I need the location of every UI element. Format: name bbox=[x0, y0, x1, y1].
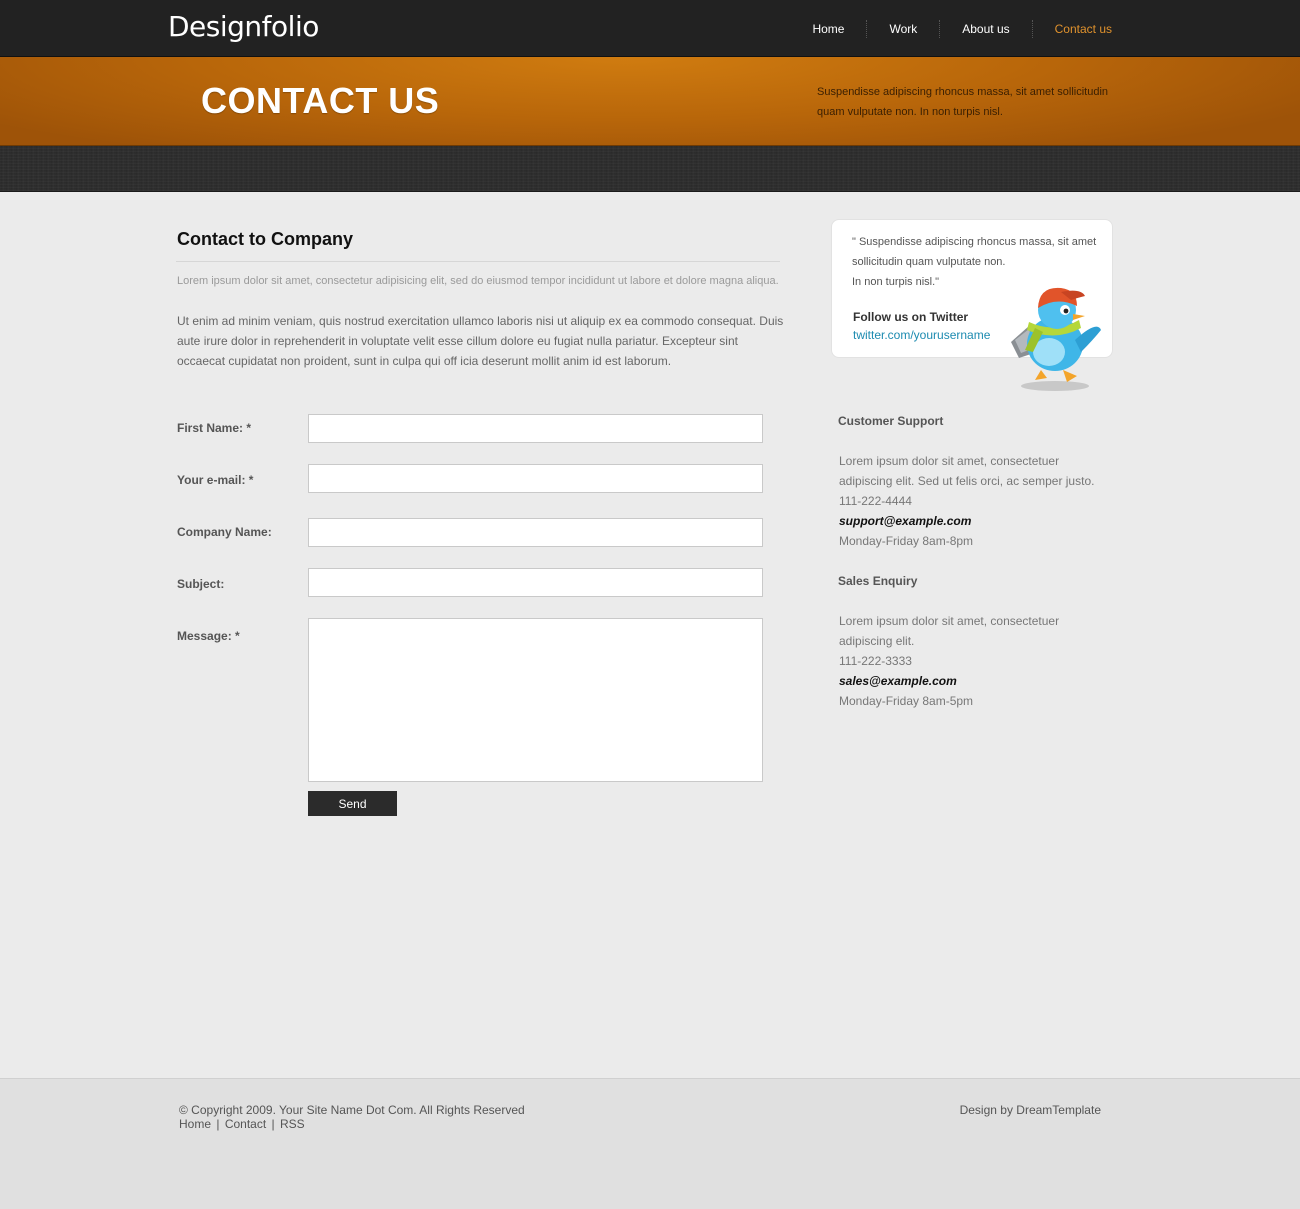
banner-text: Suspendisse adipiscing rhoncus massa, si… bbox=[817, 86, 1109, 118]
first-name-label: First Name: * bbox=[177, 421, 252, 435]
footer-links: Home | Contact | RSS bbox=[179, 1117, 305, 1131]
footer-link-home[interactable]: Home bbox=[179, 1117, 211, 1131]
page-banner: CONTACT US Suspendisse adipiscing rhoncu… bbox=[0, 57, 1300, 146]
title-divider bbox=[176, 261, 780, 262]
twitter-bird-mascot-icon bbox=[1011, 287, 1101, 391]
main-nav: Home Work About us Contact us bbox=[790, 20, 1112, 38]
customer-support-text: Lorem ipsum dolor sit amet, consectetuer… bbox=[839, 454, 1095, 488]
subject-label: Subject: bbox=[177, 577, 225, 591]
design-credit: Design by DreamTemplate bbox=[959, 1103, 1101, 1117]
sales-enquiry-hours: Monday-Friday 8am-5pm bbox=[839, 694, 974, 708]
twitter-follow-label: Follow us on Twitter bbox=[853, 310, 969, 324]
company-name-label: Company Name: bbox=[177, 525, 272, 539]
customer-support-hours: Monday-Friday 8am-8pm bbox=[839, 534, 974, 548]
email-input[interactable] bbox=[308, 464, 763, 493]
page-title: Contact to Company bbox=[177, 229, 354, 249]
footer-link-contact[interactable]: Contact bbox=[225, 1117, 266, 1131]
nav-home[interactable]: Home bbox=[790, 20, 866, 38]
texture-strip bbox=[0, 146, 1300, 192]
customer-support-phone: 111-222-4444 bbox=[839, 494, 912, 508]
top-navigation-bar: Designfolio Home Work About us Contact u… bbox=[0, 0, 1300, 57]
first-name-input[interactable] bbox=[308, 414, 763, 443]
footer-link-rss[interactable]: RSS bbox=[280, 1117, 305, 1131]
footer bbox=[0, 1078, 1300, 1209]
twitter-link[interactable]: twitter.com/yourusername bbox=[853, 327, 990, 343]
message-textarea[interactable] bbox=[308, 618, 763, 782]
subject-input[interactable] bbox=[308, 568, 763, 597]
customer-support-email[interactable]: support@example.com bbox=[839, 511, 971, 531]
customer-support-heading: Customer Support bbox=[838, 414, 944, 428]
sales-enquiry-heading: Sales Enquiry bbox=[838, 574, 918, 588]
nav-contact-us[interactable]: Contact us bbox=[1031, 20, 1112, 38]
sales-enquiry-email[interactable]: sales@example.com bbox=[839, 671, 957, 691]
sales-enquiry-text: Lorem ipsum dolor sit amet, consectetuer… bbox=[839, 614, 1060, 648]
copyright-text: © Copyright 2009. Your Site Name Dot Com… bbox=[179, 1103, 525, 1117]
nav-work[interactable]: Work bbox=[866, 20, 939, 38]
banner-title: CONTACT US bbox=[201, 80, 440, 121]
sales-enquiry-phone: 111-222-3333 bbox=[839, 654, 912, 668]
send-button[interactable]: Send bbox=[308, 791, 397, 816]
nav-about-us[interactable]: About us bbox=[939, 20, 1031, 38]
message-label: Message: * bbox=[177, 629, 240, 643]
company-name-input[interactable] bbox=[308, 518, 763, 547]
footer-separator: | bbox=[271, 1117, 275, 1131]
email-label: Your e-mail: * bbox=[177, 473, 254, 487]
lead-text: Lorem ipsum dolor sit amet, consectetur … bbox=[177, 275, 779, 287]
footer-separator: | bbox=[216, 1117, 220, 1131]
site-logo[interactable]: Designfolio bbox=[168, 10, 319, 44]
intro-paragraph: Ut enim ad minim veniam, quis nostrud ex… bbox=[177, 314, 784, 368]
